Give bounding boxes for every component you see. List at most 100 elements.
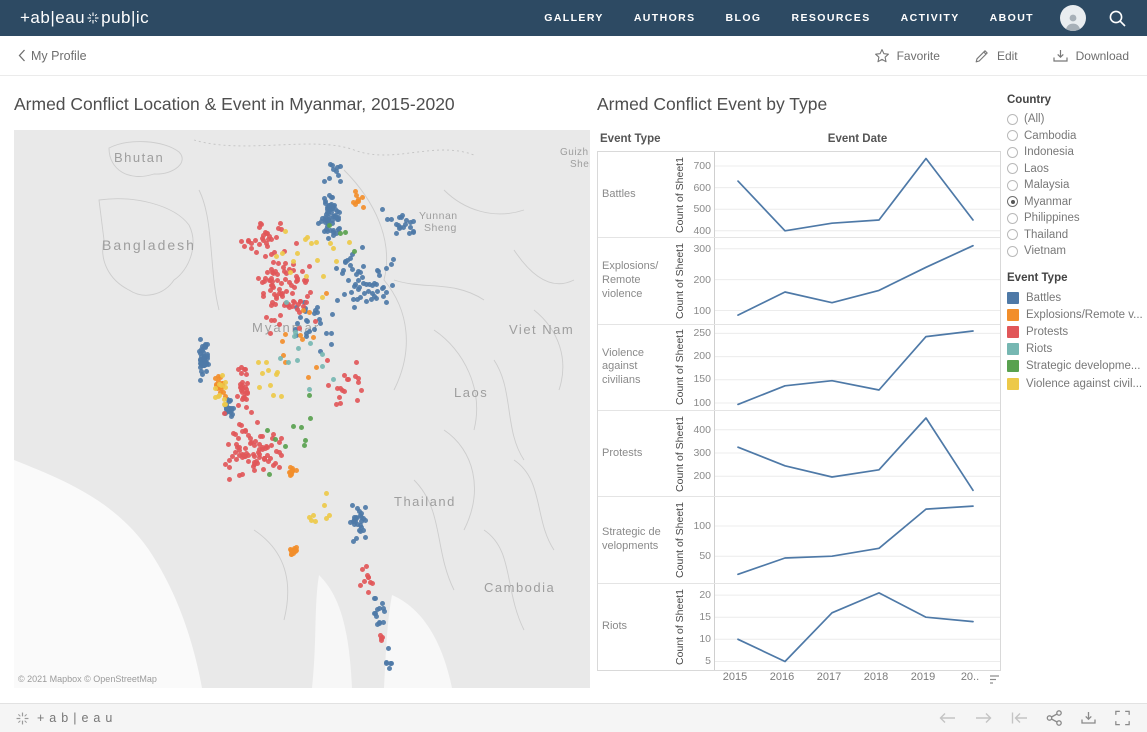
conflict-mark-protests[interactable]	[377, 633, 383, 639]
conflict-mark-battles[interactable]	[337, 178, 343, 184]
radio-button[interactable]	[1007, 212, 1018, 224]
nav-item-gallery[interactable]: GALLERY	[544, 12, 604, 24]
conflict-mark-battles[interactable]	[380, 600, 386, 606]
conflict-mark-protests[interactable]	[305, 293, 311, 299]
conflict-mark-violence[interactable]	[323, 515, 329, 521]
line-mark[interactable]	[737, 157, 974, 232]
conflict-mark-violence[interactable]	[333, 258, 339, 264]
nav-item-blog[interactable]: BLOG	[726, 12, 762, 24]
conflict-mark-battles[interactable]	[324, 209, 330, 215]
nav-item-authors[interactable]: AUTHORS	[634, 12, 696, 24]
conflict-mark-battles[interactable]	[376, 272, 382, 278]
conflict-mark-protests[interactable]	[278, 291, 284, 297]
conflict-mark-violence[interactable]	[319, 295, 325, 301]
conflict-mark-battles[interactable]	[342, 260, 348, 266]
conflict-mark-protests[interactable]	[236, 445, 242, 451]
conflict-mark-protests[interactable]	[265, 237, 271, 243]
conflict-mark-strategic[interactable]	[307, 416, 313, 422]
legend-item-protests[interactable]: Protests	[1007, 323, 1143, 340]
conflict-mark-battles[interactable]	[355, 277, 361, 283]
search-icon[interactable]	[1108, 9, 1127, 28]
conflict-mark-strategic[interactable]	[272, 436, 278, 442]
sort-icon[interactable]	[989, 672, 1000, 690]
conflict-mark-protests[interactable]	[246, 432, 252, 438]
conflict-mark-battles[interactable]	[304, 319, 310, 325]
radio-button[interactable]	[1007, 196, 1018, 208]
conflict-mark-battles[interactable]	[351, 538, 357, 544]
conflict-mark-explosions[interactable]	[300, 307, 306, 313]
conflict-mark-protests[interactable]	[277, 439, 283, 445]
conflict-mark-protests[interactable]	[279, 452, 285, 458]
conflict-mark-protests[interactable]	[249, 409, 255, 415]
conflict-mark-battles[interactable]	[227, 398, 233, 404]
conflict-mark-protests[interactable]	[277, 464, 283, 470]
tableau-public-logo[interactable]: +ab|eau pub|ic	[20, 8, 149, 28]
share-icon[interactable]	[1046, 710, 1063, 726]
conflict-mark-protests[interactable]	[336, 394, 342, 400]
line-mark[interactable]	[737, 329, 974, 405]
conflict-mark-strategic[interactable]	[298, 424, 304, 430]
conflict-mark-explosions[interactable]	[287, 473, 293, 479]
conflict-mark-protests[interactable]	[270, 271, 276, 277]
country-option-malaysia[interactable]: Malaysia	[1007, 177, 1139, 194]
conflict-mark-violence[interactable]	[218, 382, 224, 388]
conflict-mark-battles[interactable]	[329, 194, 335, 200]
footer-tableau-logo[interactable]: +ab|eau	[16, 711, 117, 725]
conflict-mark-strategic[interactable]	[291, 423, 297, 429]
line-mark[interactable]	[737, 245, 974, 317]
legend-item-battles[interactable]: Battles	[1007, 289, 1143, 306]
conflict-mark-explosions[interactable]	[293, 467, 299, 473]
reset-icon[interactable]	[1010, 711, 1029, 725]
conflict-mark-battles[interactable]	[197, 336, 203, 342]
conflict-mark-battles[interactable]	[384, 289, 390, 295]
conflict-mark-violence[interactable]	[283, 228, 289, 234]
conflict-mark-riots[interactable]	[307, 340, 313, 346]
country-option-thailand[interactable]: Thailand	[1007, 227, 1139, 244]
legend-item-explosions[interactable]: Explosions/Remote v...	[1007, 306, 1143, 323]
country-option-cambodia[interactable]: Cambodia	[1007, 128, 1139, 145]
conflict-mark-explosions[interactable]	[280, 338, 286, 344]
radio-button[interactable]	[1007, 113, 1018, 125]
conflict-mark-battles[interactable]	[389, 261, 395, 267]
conflict-mark-violence[interactable]	[265, 368, 271, 374]
conflict-mark-battles[interactable]	[355, 505, 361, 511]
line-chart-plot[interactable]	[714, 324, 1000, 410]
line-chart-plot[interactable]	[714, 238, 1000, 324]
conflict-mark-protests[interactable]	[325, 382, 331, 388]
conflict-mark-explosions[interactable]	[297, 332, 303, 338]
line-chart-plot[interactable]	[714, 497, 1000, 583]
conflict-mark-protests[interactable]	[229, 453, 235, 459]
conflict-mark-explosions[interactable]	[353, 201, 359, 207]
conflict-mark-protests[interactable]	[337, 400, 343, 406]
conflict-mark-strategic[interactable]	[306, 392, 312, 398]
conflict-mark-violence[interactable]	[256, 384, 262, 390]
conflict-mark-battles[interactable]	[389, 283, 395, 289]
legend-item-strategic[interactable]: Strategic developme...	[1007, 358, 1143, 375]
conflict-mark-protests[interactable]	[259, 235, 265, 241]
conflict-mark-protests[interactable]	[263, 315, 269, 321]
fullscreen-icon[interactable]	[1114, 710, 1131, 726]
line-mark[interactable]	[737, 591, 974, 662]
country-option-laos[interactable]: Laos	[1007, 161, 1139, 178]
conflict-mark-strategic[interactable]	[303, 437, 309, 443]
conflict-mark-protests[interactable]	[354, 359, 360, 365]
conflict-mark-protests[interactable]	[246, 452, 252, 458]
download-button[interactable]: Download	[1052, 48, 1129, 64]
conflict-mark-protests[interactable]	[250, 463, 256, 469]
conflict-mark-strategic[interactable]	[266, 471, 272, 477]
conflict-mark-riots[interactable]	[319, 351, 325, 357]
conflict-mark-explosions[interactable]	[289, 467, 295, 473]
country-option-myanmar[interactable]: Myanmar	[1007, 194, 1139, 211]
conflict-mark-battles[interactable]	[349, 289, 355, 295]
conflict-mark-protests[interactable]	[313, 318, 319, 324]
conflict-mark-protests[interactable]	[267, 455, 273, 461]
radio-button[interactable]	[1007, 179, 1018, 191]
conflict-mark-protests[interactable]	[294, 273, 300, 279]
country-option-all[interactable]: (All)	[1007, 111, 1139, 128]
radio-button[interactable]	[1007, 130, 1018, 142]
conflict-mark-protests[interactable]	[270, 284, 276, 290]
conflict-mark-battles[interactable]	[363, 534, 369, 540]
conflict-mark-battles[interactable]	[374, 288, 380, 294]
conflict-mark-protests[interactable]	[278, 220, 283, 226]
radio-button[interactable]	[1007, 229, 1018, 241]
